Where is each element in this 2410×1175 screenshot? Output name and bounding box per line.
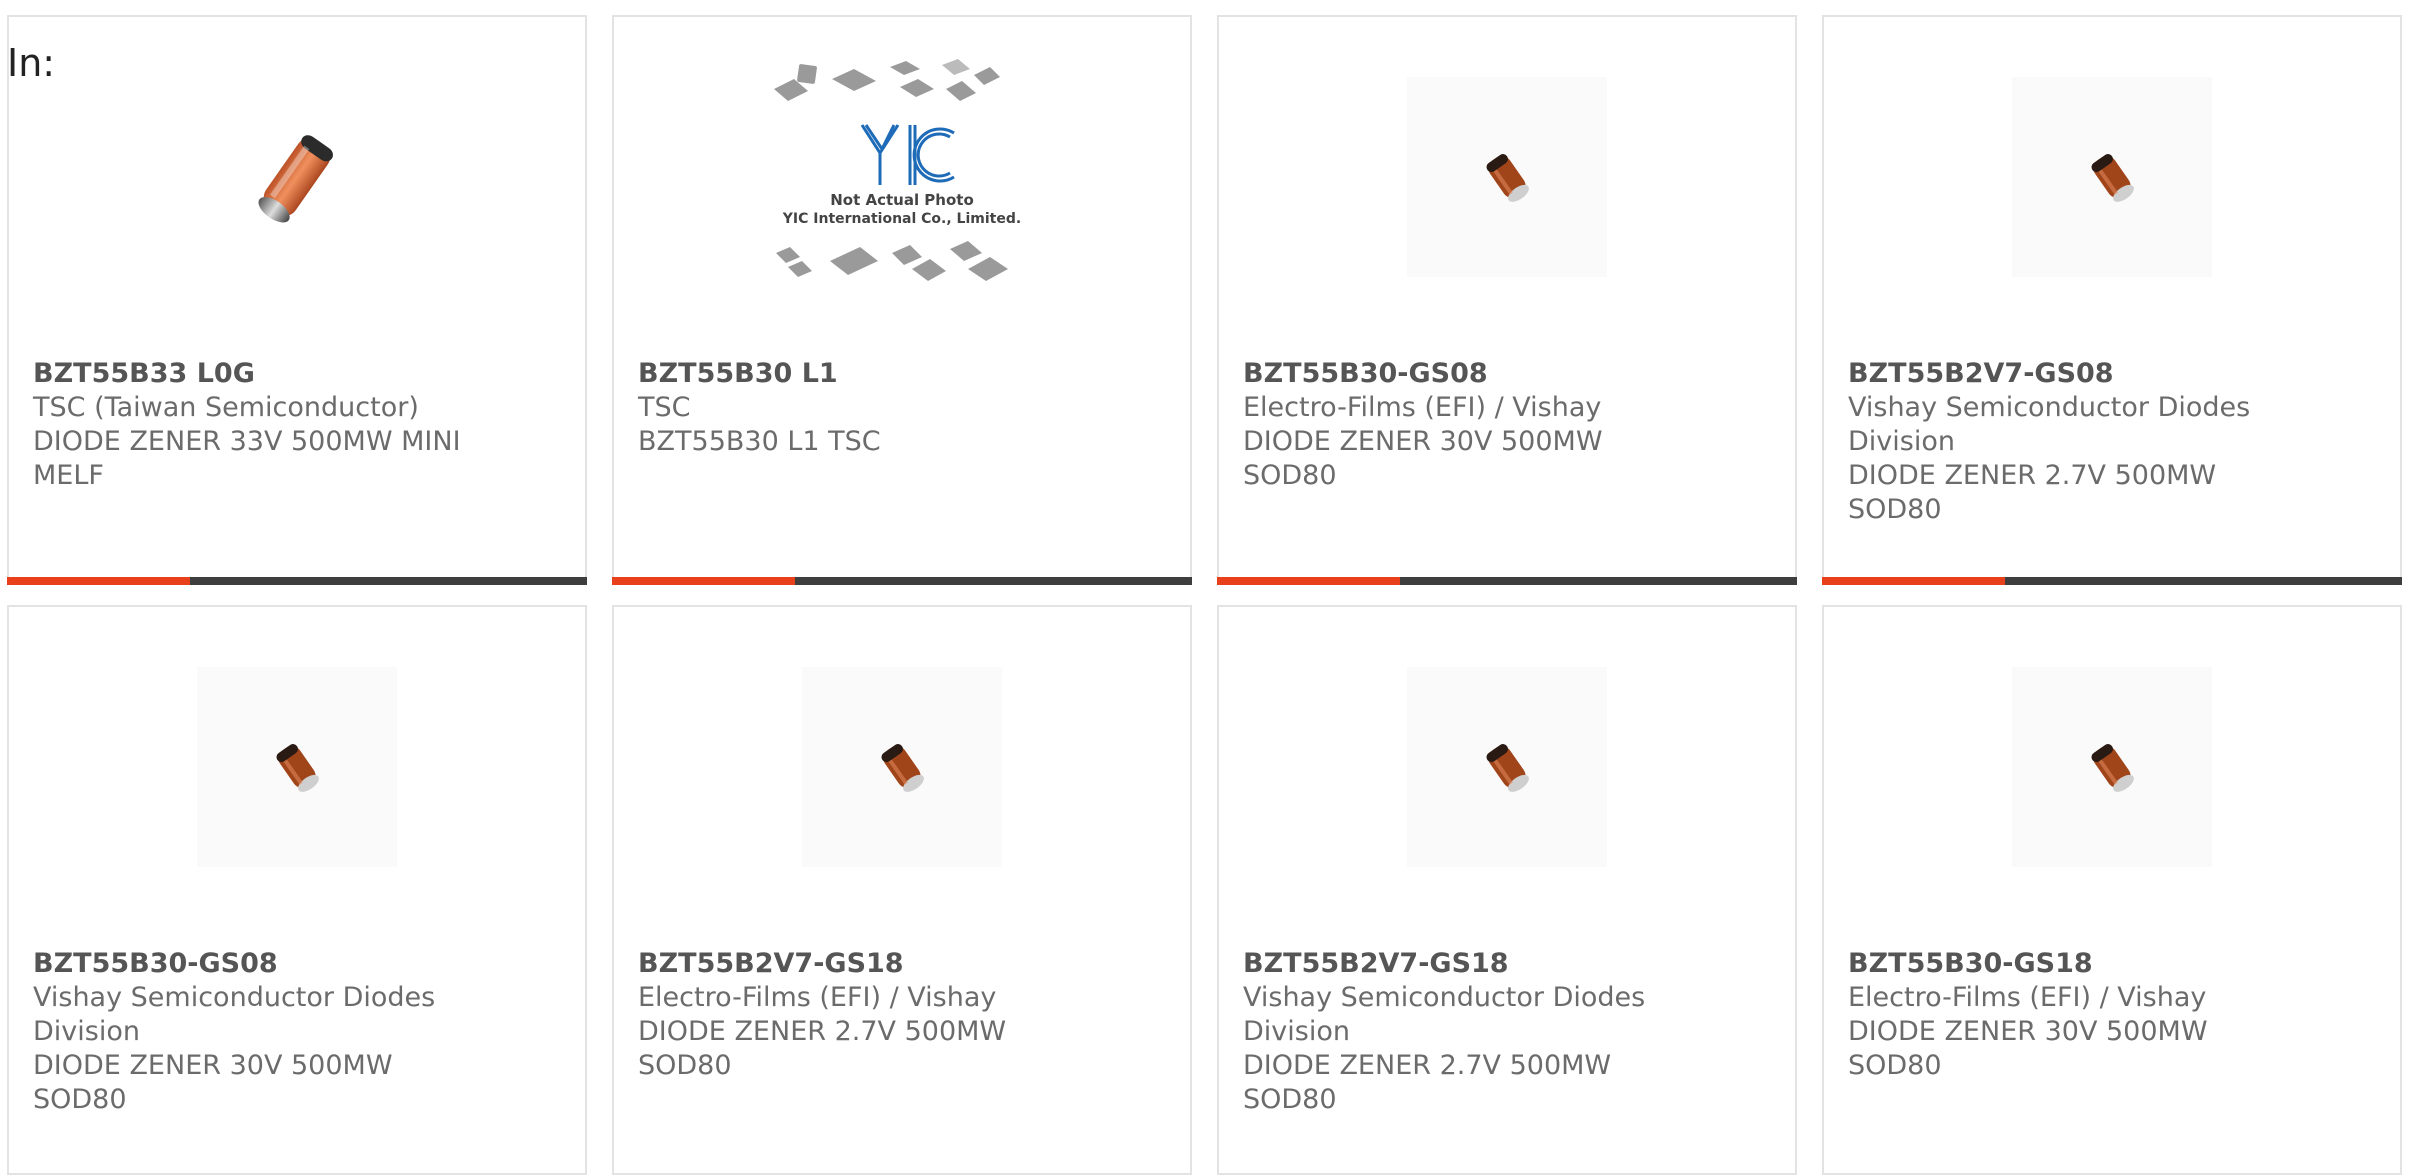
placeholder-caption-line1: Not Actual Photo (830, 191, 974, 209)
sod80-diode-photo (2091, 154, 2134, 202)
product-image[interactable] (1219, 72, 1795, 282)
part-number[interactable]: BZT55B2V7-GS18 (1243, 947, 1673, 981)
part-number[interactable]: BZT55B30-GS08 (1243, 357, 1673, 391)
product-info: BZT55B30-GS18 Electro-Films (EFI) / Vish… (1848, 947, 2278, 1083)
product-image[interactable] (614, 662, 1190, 872)
product-info: BZT55B30-GS08 Vishay Semiconductor Diode… (33, 947, 463, 1117)
manufacturer: TSC (Taiwan Semiconductor) (33, 392, 419, 423)
product-card[interactable]: BZT55B30-GS18 Electro-Films (EFI) / Vish… (1822, 605, 2402, 1175)
description: DIODE ZENER 30V 500MW SOD80 (33, 1050, 393, 1115)
sod80-diode-photo (881, 744, 924, 792)
manufacturer: Electro-Films (EFI) / Vishay (1243, 392, 1602, 423)
part-number[interactable]: BZT55B30-GS18 (1848, 947, 2278, 981)
placeholder-ic-photo: Not Actual Photo YIC International Co., … (774, 59, 1021, 281)
product-info: BZT55B30-GS08 Electro-Films (EFI) / Vish… (1243, 357, 1673, 493)
description: DIODE ZENER 33V 500MW MINI MELF (33, 426, 461, 491)
product-card[interactable]: BZT55B2V7-GS08 Vishay Semiconductor Diod… (1822, 15, 2402, 585)
manufacturer: Vishay Semiconductor Diodes Division (1848, 392, 2251, 457)
filter-label: In: (7, 41, 56, 85)
mini-melf-diode-photo (258, 135, 333, 223)
sod80-diode-photo (1486, 744, 1529, 792)
part-number[interactable]: BZT55B33 L0G (33, 357, 463, 391)
card-accent-bar (1217, 577, 1797, 585)
sod80-diode-photo (276, 744, 319, 792)
manufacturer: Vishay Semiconductor Diodes Division (1243, 982, 1646, 1047)
product-image[interactable] (1824, 662, 2400, 872)
manufacturer: Vishay Semiconductor Diodes Division (33, 982, 436, 1047)
product-image[interactable] (1219, 662, 1795, 872)
product-info: BZT55B33 L0G TSC (Taiwan Semiconductor) … (33, 357, 463, 493)
product-image[interactable] (9, 662, 585, 872)
part-number[interactable]: BZT55B2V7-GS08 (1848, 357, 2278, 391)
part-number[interactable]: BZT55B30-GS08 (33, 947, 463, 981)
part-number[interactable]: BZT55B30 L1 (638, 357, 1068, 391)
manufacturer: Electro-Films (EFI) / Vishay (1848, 982, 2207, 1013)
description: DIODE ZENER 2.7V 500MW SOD80 (638, 1016, 1007, 1081)
description: DIODE ZENER 2.7V 500MW SOD80 (1848, 460, 2217, 525)
product-info: BZT55B2V7-GS18 Electro-Films (EFI) / Vis… (638, 947, 1068, 1083)
product-image[interactable]: Not Actual Photo YIC International Co., … (614, 57, 1190, 297)
product-card[interactable]: Not Actual Photo YIC International Co., … (612, 15, 1192, 585)
description: DIODE ZENER 30V 500MW SOD80 (1243, 426, 1603, 491)
placeholder-caption-line2: YIC International Co., Limited. (782, 211, 1021, 227)
description: DIODE ZENER 2.7V 500MW SOD80 (1243, 1050, 1612, 1115)
product-card[interactable]: BZT55B30-GS08 Electro-Films (EFI) / Vish… (1217, 15, 1797, 585)
sod80-diode-photo (2091, 744, 2134, 792)
description: BZT55B30 L1 TSC (638, 426, 881, 457)
product-card[interactable]: BZT55B30-GS08 Vishay Semiconductor Diode… (7, 605, 587, 1175)
product-info: BZT55B2V7-GS08 Vishay Semiconductor Diod… (1848, 357, 2278, 527)
manufacturer: TSC (638, 392, 691, 423)
card-accent-bar (612, 577, 1192, 585)
product-grid: BZT55B33 L0G TSC (Taiwan Semiconductor) … (7, 15, 2403, 1175)
sod80-diode-photo (1486, 154, 1529, 202)
part-number[interactable]: BZT55B2V7-GS18 (638, 947, 1068, 981)
product-info: BZT55B2V7-GS18 Vishay Semiconductor Diod… (1243, 947, 1673, 1117)
product-info: BZT55B30 L1 TSC BZT55B30 L1 TSC (638, 357, 1068, 459)
card-accent-bar (1822, 577, 2402, 585)
product-image[interactable] (9, 72, 585, 282)
product-card[interactable]: BZT55B2V7-GS18 Vishay Semiconductor Diod… (1217, 605, 1797, 1175)
product-card[interactable]: BZT55B2V7-GS18 Electro-Films (EFI) / Vis… (612, 605, 1192, 1175)
description: DIODE ZENER 30V 500MW SOD80 (1848, 1016, 2208, 1081)
product-card[interactable]: BZT55B33 L0G TSC (Taiwan Semiconductor) … (7, 15, 587, 585)
card-accent-bar (7, 577, 587, 585)
manufacturer: Electro-Films (EFI) / Vishay (638, 982, 997, 1013)
product-image[interactable] (1824, 72, 2400, 282)
